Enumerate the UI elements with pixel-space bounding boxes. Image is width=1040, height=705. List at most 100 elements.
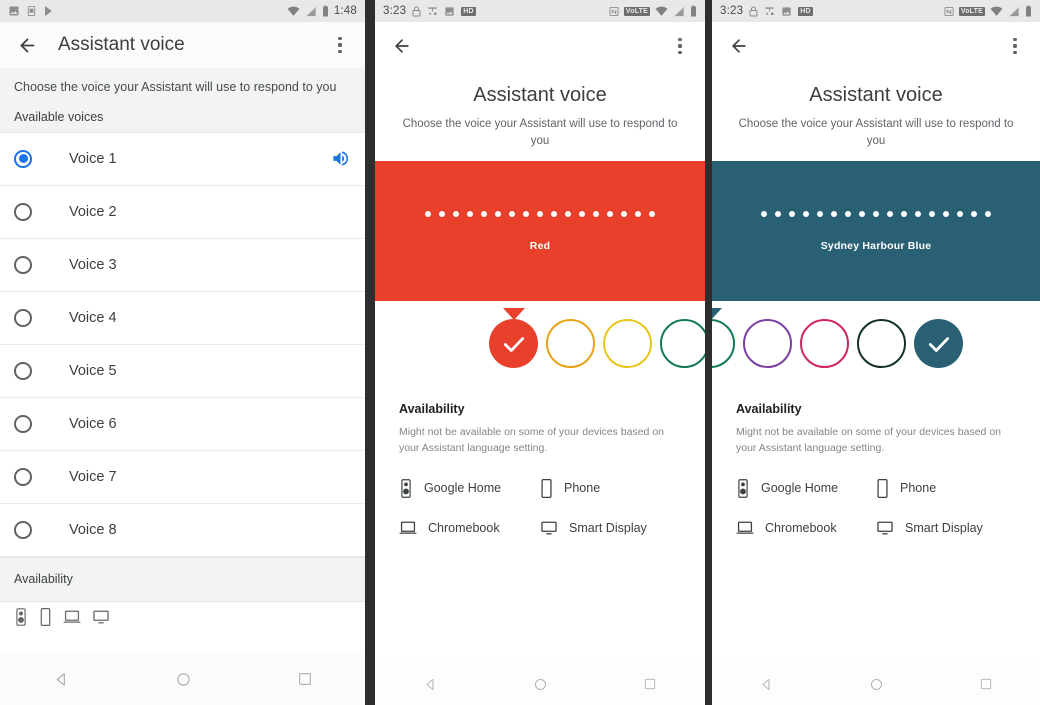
lock-icon xyxy=(412,6,421,16)
device-google-home: Google Home xyxy=(399,479,540,498)
list-item[interactable]: Voice 7 xyxy=(0,450,365,504)
list-item-label: Voice 1 xyxy=(69,150,117,167)
radio-button[interactable] xyxy=(14,467,32,486)
phone-icon xyxy=(877,478,888,498)
color-swatch-green[interactable] xyxy=(712,319,735,369)
status-bar-left-icons xyxy=(8,5,55,17)
back-triangle-icon[interactable] xyxy=(53,671,70,688)
list-item[interactable]: Voice 3 xyxy=(0,238,365,292)
status-bar: 3:23 HD VoLTE xyxy=(712,0,1040,22)
back-arrow-icon[interactable] xyxy=(389,33,415,59)
sim-card-icon xyxy=(27,5,36,17)
status-bar-right-icons: VoLTE xyxy=(609,5,697,17)
nfc-icon xyxy=(944,6,954,16)
page-title: Assistant voice xyxy=(809,84,943,106)
page-title: Assistant voice xyxy=(58,34,185,55)
home-circle-icon[interactable] xyxy=(175,671,192,688)
device-label: Smart Display xyxy=(569,520,647,535)
phone-icon xyxy=(541,478,552,498)
radio-button[interactable] xyxy=(14,202,32,221)
list-item[interactable]: Voice 4 xyxy=(0,291,365,345)
recents-square-icon[interactable] xyxy=(979,677,993,691)
overflow-menu-icon[interactable] xyxy=(669,33,691,59)
phone-panel-color-sydney-harbour-blue: 3:23 HD VoLTE Assistant voice Choose the… xyxy=(712,0,1040,705)
signal-icon xyxy=(306,6,316,16)
status-bar-clock: 3:23 xyxy=(383,5,407,17)
available-voices-label: Available voices xyxy=(14,109,104,124)
color-swatch-sydney-harbour-blue[interactable] xyxy=(712,308,963,369)
device-label: Google Home xyxy=(424,481,502,496)
list-item[interactable]: Voice 2 xyxy=(0,185,365,239)
device-label: Chromebook xyxy=(765,520,837,535)
laptop-icon xyxy=(399,521,417,534)
wifi-icon xyxy=(287,6,300,16)
list-item[interactable]: Voice 6 xyxy=(0,397,365,451)
screenshot-stage: 1:48 Assistant voice Choose the voice yo… xyxy=(0,0,1040,705)
action-bar: Assistant voice xyxy=(0,22,365,68)
list-item[interactable]: Voice 8 xyxy=(0,503,365,557)
recents-square-icon[interactable] xyxy=(643,677,657,691)
device-chromebook: Chromebook xyxy=(399,520,540,536)
home-circle-icon[interactable] xyxy=(533,677,548,692)
color-swatch-yellow[interactable] xyxy=(603,319,652,369)
system-navigation-bar xyxy=(375,663,705,705)
vpn-icon xyxy=(428,6,437,15)
waveform-dots xyxy=(424,210,656,218)
speaker-icon xyxy=(401,479,411,498)
battery-icon xyxy=(322,5,328,17)
color-swatch-row[interactable] xyxy=(712,301,1040,387)
color-swatch-green[interactable] xyxy=(660,319,705,369)
panel-divider xyxy=(365,0,375,705)
speaker-icon[interactable] xyxy=(329,148,351,170)
radio-button[interactable] xyxy=(14,520,32,539)
radio-button[interactable] xyxy=(14,149,32,168)
color-swatch-red[interactable] xyxy=(489,308,538,369)
home-circle-icon[interactable] xyxy=(869,677,884,692)
color-swatch-pink[interactable] xyxy=(800,319,849,369)
status-bar-right-icons: 1:48 xyxy=(287,5,357,17)
color-swatch-amber[interactable] xyxy=(546,319,595,369)
color-swatch-row[interactable] xyxy=(375,301,705,387)
overflow-menu-icon[interactable] xyxy=(1004,33,1026,59)
availability-description: Might not be available on some of your d… xyxy=(736,426,1001,455)
back-arrow-icon[interactable] xyxy=(726,33,752,59)
back-triangle-icon[interactable] xyxy=(759,677,774,692)
status-bar-clock: 3:23 xyxy=(720,5,744,17)
list-item[interactable]: Voice 1 xyxy=(0,132,365,186)
color-swatch-purple[interactable] xyxy=(743,319,792,369)
overflow-menu-icon[interactable] xyxy=(329,32,351,58)
availability-section: Availability Might not be available on s… xyxy=(712,386,1040,536)
volte-badge: VoLTE xyxy=(623,6,650,16)
availability-heading: Availability xyxy=(399,402,465,417)
device-label: Google Home xyxy=(761,481,839,496)
status-bar-left-icons: 3:23 HD xyxy=(720,5,813,17)
system-navigation-bar xyxy=(712,663,1040,705)
laptop-icon xyxy=(63,610,81,623)
selected-color-name: Sydney Harbour Blue xyxy=(820,240,932,253)
phone-panel-color-red: 3:23 HD VoLTE Assistant voice Choose the… xyxy=(375,0,705,705)
hd-badge: HD xyxy=(461,6,476,16)
device-label: Phone xyxy=(900,481,937,496)
radio-button[interactable] xyxy=(14,414,32,433)
radio-button[interactable] xyxy=(14,361,32,380)
voice-list-header: Choose the voice your Assistant will use… xyxy=(0,68,365,133)
device-smart-display: Smart Display xyxy=(540,520,681,536)
list-item-label: Voice 5 xyxy=(69,362,117,379)
signal-icon xyxy=(674,6,684,16)
back-arrow-icon[interactable] xyxy=(14,32,40,58)
panel-divider xyxy=(705,0,712,705)
phone-panel-voice-list: 1:48 Assistant voice Choose the voice yo… xyxy=(0,0,365,705)
radio-button[interactable] xyxy=(14,308,32,327)
hd-badge: HD xyxy=(798,6,813,16)
selected-color-name: Red xyxy=(529,240,551,253)
radio-button[interactable] xyxy=(14,255,32,274)
list-item-label: Voice 2 xyxy=(69,203,117,220)
device-label: Phone xyxy=(564,481,601,496)
back-triangle-icon[interactable] xyxy=(423,677,438,692)
recents-square-icon[interactable] xyxy=(297,671,313,687)
speaker-icon xyxy=(738,479,748,498)
list-item[interactable]: Voice 5 xyxy=(0,344,365,398)
color-swatch-dark-green[interactable] xyxy=(857,319,906,369)
image-icon xyxy=(445,6,454,16)
action-bar xyxy=(375,22,705,70)
